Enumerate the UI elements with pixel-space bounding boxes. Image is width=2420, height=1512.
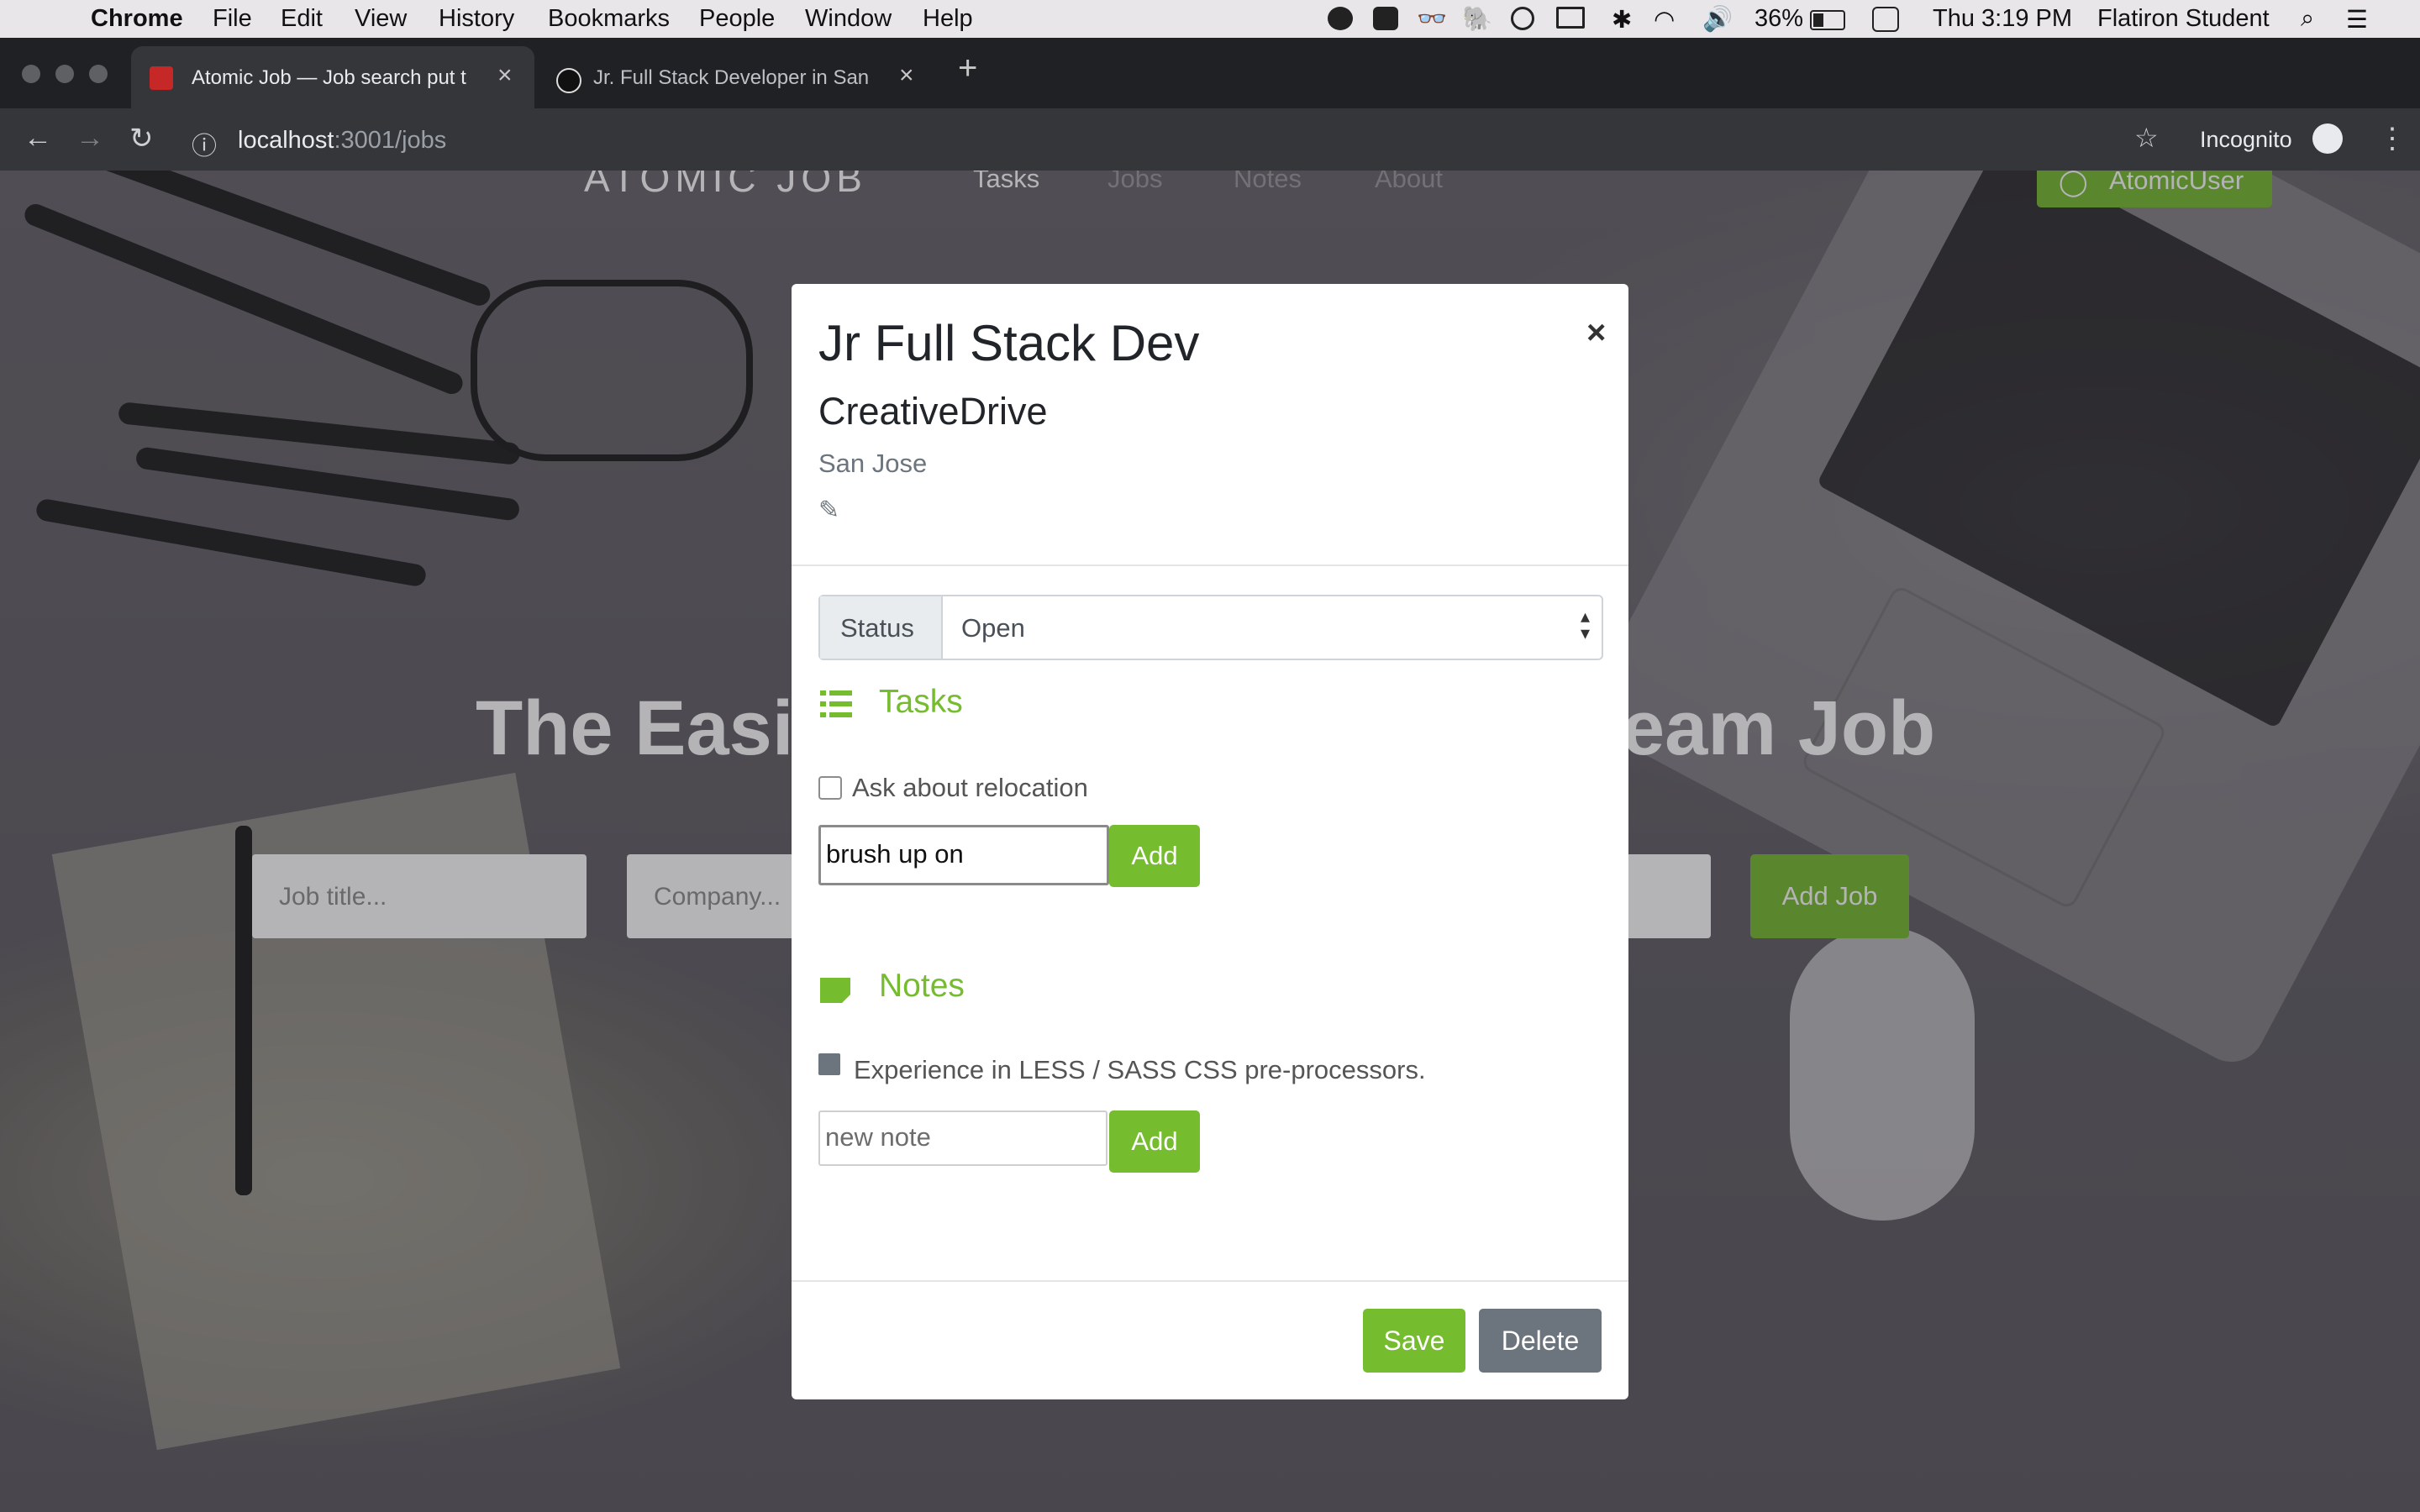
menu-people[interactable]: People	[699, 5, 775, 33]
job-location: San Jose	[818, 449, 928, 478]
menu-help[interactable]: Help	[923, 5, 973, 33]
tab-title: Jr. Full Stack Developer in San	[593, 66, 870, 89]
status-value: Open	[961, 613, 1025, 643]
url-host: localhost	[238, 127, 334, 154]
back-icon[interactable]: ←	[24, 122, 52, 155]
close-window-icon[interactable]	[22, 65, 40, 83]
incognito-icon[interactable]	[2312, 123, 2343, 154]
close-tab-icon[interactable]: ×	[899, 61, 914, 90]
menu-file[interactable]: File	[213, 5, 252, 33]
chrome-menu-icon[interactable]: ⋮	[2378, 122, 2407, 155]
zoom-icon[interactable]	[1373, 7, 1398, 30]
glasses-icon[interactable]: 👓	[1417, 5, 1447, 34]
select-arrows-icon: ▴ ▾	[1580, 606, 1590, 643]
airplay-icon[interactable]	[1556, 7, 1585, 29]
status-label: Status	[840, 613, 914, 643]
atomic-job-favicon-icon	[150, 66, 173, 90]
tab-atomic-job[interactable]: Atomic Job — Job search put t ×	[131, 46, 534, 108]
address-bar[interactable]: localhost:3001/jobs	[238, 127, 446, 155]
new-task-input[interactable]: brush up on	[818, 825, 1109, 885]
save-button[interactable]: Save	[1363, 1309, 1465, 1373]
keyboard-icon[interactable]	[1872, 7, 1899, 32]
macos-menubar: Chrome File Edit View History Bookmarks …	[0, 0, 2420, 38]
company-name: CreativeDrive	[818, 390, 1048, 433]
info-icon[interactable]: ⓘ	[192, 125, 217, 162]
status-select-group: Status Open ▴ ▾	[818, 595, 1603, 660]
wifi-icon[interactable]: ◠	[1654, 5, 1675, 34]
edit-pencil-icon[interactable]: ✎	[818, 496, 839, 525]
new-note-input[interactable]: new note	[818, 1110, 1107, 1166]
note-bullet-icon	[818, 1053, 840, 1075]
site-favicon-icon	[556, 68, 581, 93]
tasks-heading: Tasks	[879, 684, 963, 720]
spotlight-icon[interactable]: ⌕	[2301, 5, 2314, 33]
bluetooth-icon[interactable]: ✱	[1612, 5, 1632, 34]
note-input-placeholder: new note	[825, 1122, 931, 1152]
job-modal: Jr Full Stack Dev × CreativeDrive San Jo…	[792, 284, 1628, 1399]
list-icon	[820, 690, 852, 717]
record-icon[interactable]	[1328, 7, 1353, 30]
tab-job-listing[interactable]: Jr. Full Stack Developer in San ×	[538, 46, 933, 108]
reload-icon[interactable]: ↻	[129, 122, 154, 155]
tab-title: Atomic Job — Job search put t	[192, 66, 466, 89]
menu-edit[interactable]: Edit	[281, 5, 323, 33]
delete-button[interactable]: Delete	[1479, 1309, 1602, 1373]
modal-footer-divider	[792, 1280, 1628, 1282]
task-input-text: brush up on	[826, 839, 964, 869]
incognito-label: Incognito	[2200, 127, 2292, 152]
close-tab-icon[interactable]: ×	[497, 61, 513, 90]
forward-icon[interactable]: →	[76, 122, 104, 155]
battery-icon[interactable]	[1810, 10, 1845, 30]
note-text: Experience in LESS / SASS CSS pre-proces…	[854, 1055, 1426, 1084]
user-name[interactable]: Flatiron Student	[2097, 5, 2270, 33]
browser-toolbar: ← → ↻ ⓘ localhost:3001/jobs ☆ Incognito …	[0, 108, 2420, 171]
close-modal-button[interactable]: ×	[1586, 314, 1606, 352]
status-addon: Status	[820, 596, 943, 659]
menu-history[interactable]: History	[439, 5, 514, 33]
modal-header-divider	[792, 564, 1628, 566]
status-select[interactable]: Open ▴ ▾	[943, 596, 1602, 659]
menu-bookmarks[interactable]: Bookmarks	[548, 5, 670, 33]
new-tab-icon[interactable]: +	[958, 50, 977, 112]
evernote-icon[interactable]: 🐘	[1462, 5, 1492, 34]
battery-percent: 36%	[1754, 5, 1804, 32]
menu-window[interactable]: Window	[805, 5, 892, 33]
job-title: Jr Full Stack Dev	[818, 315, 1200, 371]
url-path: :3001/jobs	[334, 127, 447, 154]
app-menu-chrome[interactable]: Chrome	[91, 5, 183, 33]
browser-tab-bar: Atomic Job — Job search put t × Jr. Full…	[0, 38, 2420, 108]
volume-icon[interactable]: 🔊	[1702, 5, 1733, 34]
sticky-note-icon	[820, 978, 850, 1003]
add-note-button[interactable]: Add	[1109, 1110, 1200, 1173]
menu-view[interactable]: View	[355, 5, 407, 33]
notification-center-icon[interactable]: ☰	[2346, 5, 2368, 34]
clock[interactable]: Thu 3:19 PM	[1933, 5, 2072, 33]
minimize-window-icon[interactable]	[55, 65, 74, 83]
add-task-button[interactable]: Add	[1109, 825, 1200, 887]
task-checkbox[interactable]	[818, 776, 842, 800]
zoom-window-icon[interactable]	[89, 65, 108, 83]
bookmark-star-icon[interactable]: ☆	[2134, 122, 2159, 154]
sync-icon[interactable]	[1511, 7, 1534, 30]
task-label: Ask about relocation	[852, 773, 1088, 802]
notes-heading: Notes	[879, 968, 965, 1004]
